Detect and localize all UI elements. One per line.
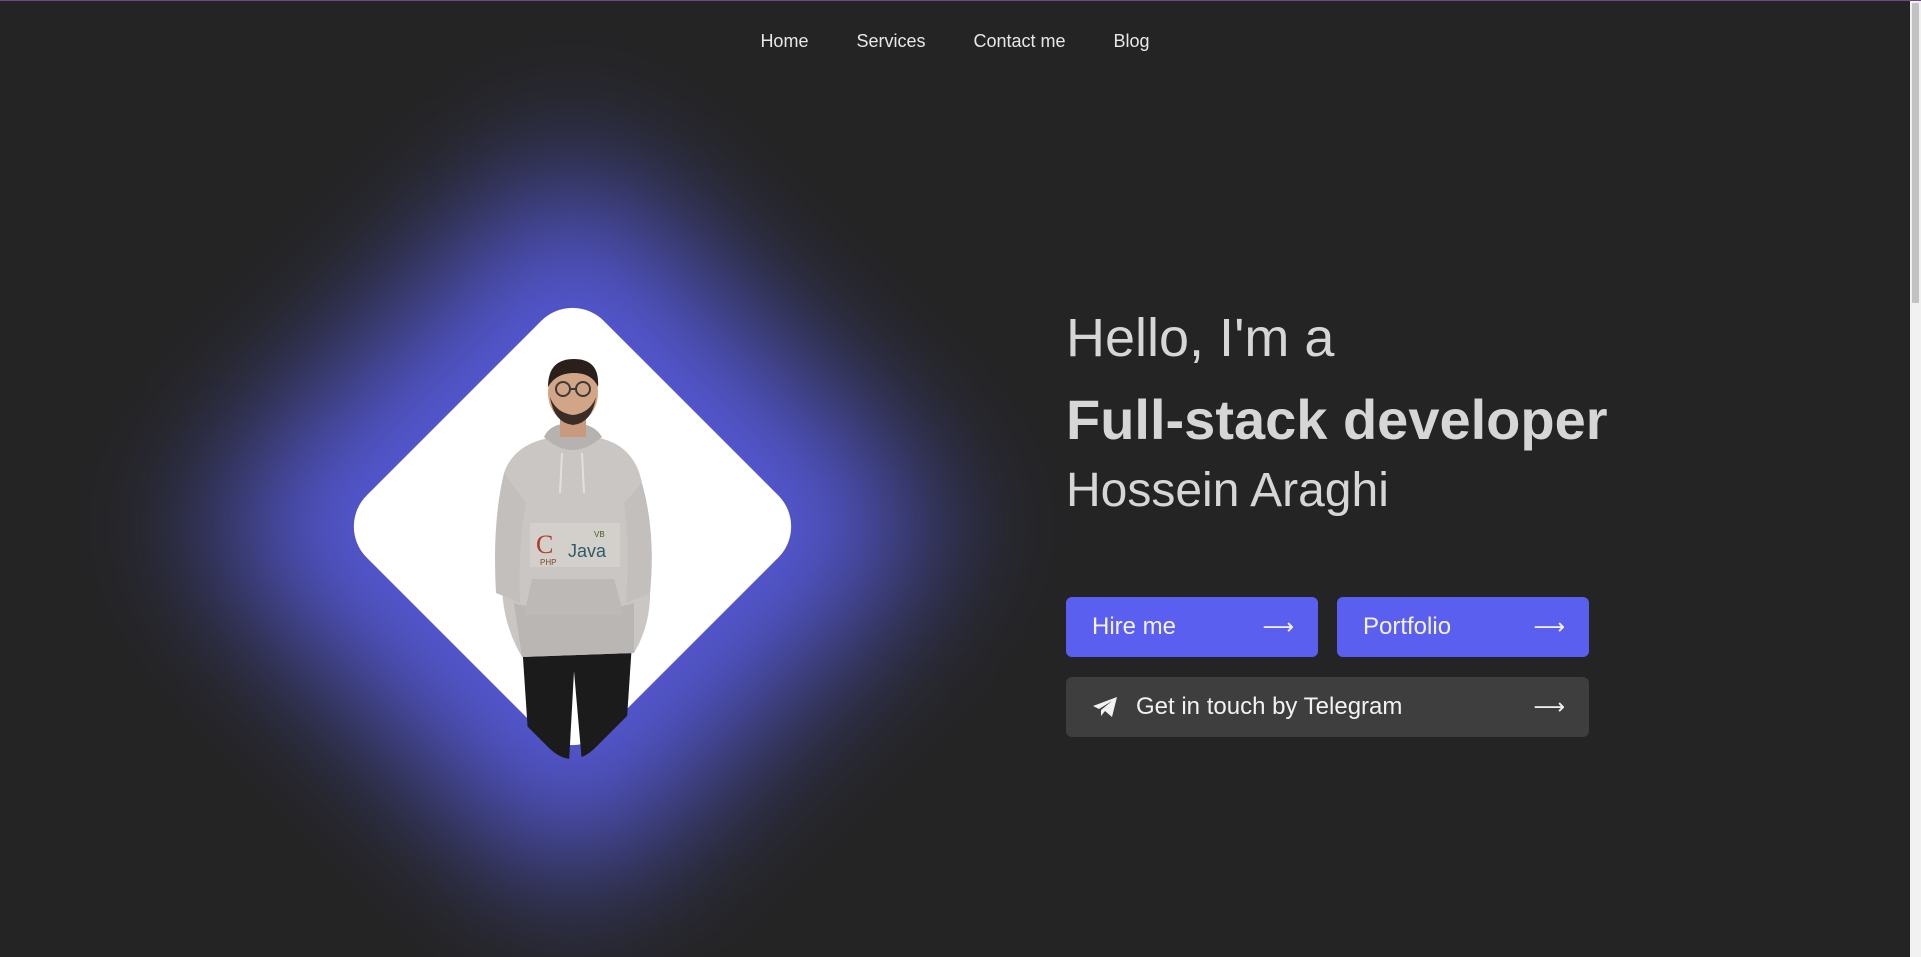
hero-intro: Hello, I'm a Full-stack developer Hossei…	[1066, 306, 1608, 520]
portfolio-label: Portfolio	[1363, 613, 1452, 640]
telegram-label: Get in touch by Telegram	[1136, 693, 1403, 720]
nav-contact-link[interactable]: Contact me	[973, 31, 1065, 52]
arrow-right-icon: ⟶	[1533, 694, 1565, 719]
paper-plane-icon	[1093, 697, 1117, 717]
hoodie-small-1: PHP	[540, 558, 556, 567]
nav-home-link[interactable]: Home	[760, 31, 808, 52]
page-scrollbar[interactable]	[1910, 1, 1921, 957]
telegram-button[interactable]: Get in touch by Telegram ⟶	[1066, 677, 1589, 737]
hero-name: Hossein Araghi	[1066, 464, 1389, 517]
profile-photo: C Java PHP VB	[495, 359, 652, 759]
scrollbar-thumb[interactable]	[1912, 3, 1919, 303]
hoodie-letter: C	[536, 530, 553, 559]
hire-me-button[interactable]: Hire me ⟶	[1066, 597, 1318, 657]
page: Home Services Contact me Blog C Java PHP…	[0, 0, 1921, 957]
hire-me-label: Hire me	[1092, 613, 1177, 640]
hoodie-small-2: VB	[594, 530, 605, 539]
hero-greeting: Hello, I'm a	[1066, 308, 1335, 368]
hero-role: Full-stack developer	[1066, 388, 1608, 451]
arrow-right-icon: ⟶	[1533, 614, 1565, 639]
hoodie-word: Java	[568, 541, 607, 561]
nav-services-link[interactable]: Services	[856, 31, 925, 52]
arrow-right-icon: ⟶	[1262, 614, 1294, 639]
nav-blog-link[interactable]: Blog	[1114, 31, 1150, 52]
top-nav: Home Services Contact me Blog	[0, 31, 1910, 52]
portfolio-button[interactable]: Portfolio ⟶	[1337, 597, 1589, 657]
